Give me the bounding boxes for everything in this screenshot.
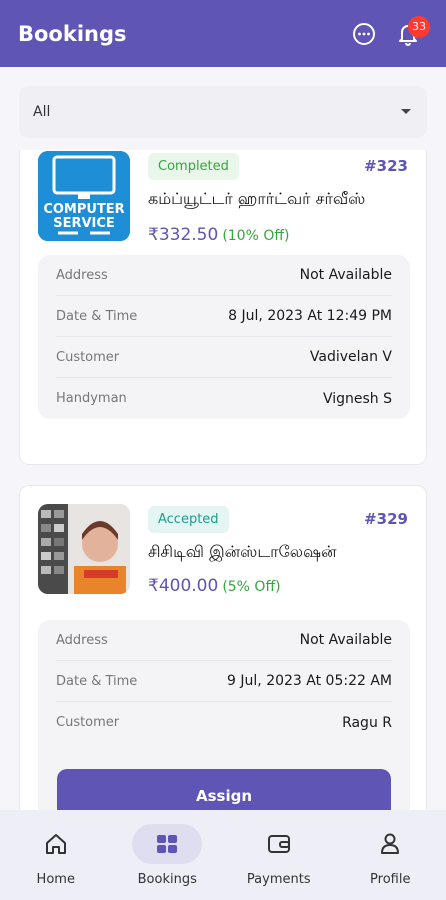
nav-label: Home bbox=[36, 872, 75, 887]
detail-label: Handyman bbox=[56, 391, 127, 406]
thumb-text-line1: COMPUTER bbox=[43, 202, 124, 217]
nav-item-payments[interactable]: Payments bbox=[223, 810, 335, 900]
service-name: சிசிடிவி இன்ஸ்டாலேஷன் bbox=[148, 542, 337, 561]
detail-value: Ragu R bbox=[342, 714, 392, 731]
nav-item-profile[interactable]: Profile bbox=[335, 810, 446, 900]
discount-label: (10% Off) bbox=[222, 228, 290, 244]
status-badge: Accepted bbox=[148, 506, 229, 533]
detail-value: 9 Jul, 2023 At 05:22 AM bbox=[227, 673, 392, 689]
price: ₹400.00 (5% Off) bbox=[148, 576, 281, 596]
app-bar: Bookings 33 bbox=[0, 0, 446, 67]
booking-card[interactable]: COMPUTER SERVICE Completed #323 கம்ப்யூட… bbox=[19, 150, 427, 465]
home-icon bbox=[21, 824, 91, 864]
detail-label: Date & Time bbox=[56, 308, 138, 324]
booking-id: #329 bbox=[364, 510, 408, 528]
service-name: கம்ப்யூட்டர் ஹார்ட்வர் சர்வீஸ் bbox=[148, 189, 366, 208]
service-image: COMPUTER SERVICE bbox=[38, 151, 130, 241]
bookings-list[interactable]: COMPUTER SERVICE Completed #323 கம்ப்யூட… bbox=[0, 150, 446, 810]
dropdown-arrow-icon bbox=[401, 109, 411, 114]
detail-row-handyman: Handyman Vignesh S bbox=[56, 378, 392, 419]
notification-badge: 33 bbox=[408, 15, 430, 38]
detail-label: Customer bbox=[56, 715, 120, 730]
detail-row-customer: Customer Vadivelan V bbox=[56, 337, 392, 378]
wallet-icon bbox=[244, 824, 314, 864]
detail-label: Date & Time bbox=[56, 673, 138, 689]
status-filter-dropdown[interactable]: All bbox=[19, 86, 427, 138]
assign-button[interactable]: Assign bbox=[57, 769, 391, 810]
detail-label: Address bbox=[56, 632, 108, 648]
status-badge: Completed bbox=[148, 153, 239, 180]
service-image bbox=[38, 504, 130, 594]
detail-row-customer: Customer Ragu R bbox=[56, 702, 392, 743]
thumb-text-line2: SERVICE bbox=[53, 216, 115, 231]
bookings-icon bbox=[132, 824, 203, 864]
page-title: Bookings bbox=[18, 21, 127, 46]
nav-label: Profile bbox=[370, 872, 411, 887]
booking-details: Address Not Available Date & Time 8 Jul, 2… bbox=[38, 255, 410, 419]
detail-value: Vignesh S bbox=[322, 390, 392, 407]
detail-value: Not Available bbox=[299, 632, 392, 648]
detail-value: Vadivelan V bbox=[309, 349, 392, 365]
notifications-button[interactable]: 33 bbox=[388, 14, 430, 54]
detail-row-datetime: Date & Time 9 Jul, 2023 At 05:22 AM bbox=[56, 661, 392, 702]
detail-value: 8 Jul, 2023 At 12:49 PM bbox=[228, 308, 392, 324]
price: ₹332.50 (10% Off) bbox=[148, 225, 289, 245]
nav-label: Payments bbox=[246, 872, 311, 887]
booking-id: #323 bbox=[364, 157, 408, 175]
chat-button[interactable] bbox=[344, 14, 384, 54]
price-amount: ₹332.50 bbox=[148, 225, 219, 245]
filter-selected-value: All bbox=[33, 104, 51, 120]
detail-value: Not Available bbox=[299, 267, 392, 283]
profile-icon bbox=[355, 824, 425, 864]
detail-label: Address bbox=[56, 267, 108, 283]
discount-label: (5% Off) bbox=[222, 579, 281, 595]
nav-item-bookings[interactable]: Bookings bbox=[112, 810, 224, 900]
detail-label: Customer bbox=[56, 349, 120, 365]
booking-card[interactable]: Accepted #329 சிசிடிவி இன்ஸ்டாலேஷன் ₹400… bbox=[19, 485, 427, 810]
nav-label: Bookings bbox=[137, 872, 197, 887]
detail-row-address: Address Not Available bbox=[56, 255, 392, 296]
bottom-navigation: Home Bookings Payments Profile bbox=[0, 810, 446, 900]
detail-row-address: Address Not Available bbox=[56, 620, 392, 661]
price-amount: ₹400.00 bbox=[148, 576, 219, 596]
chat-icon bbox=[353, 22, 375, 45]
nav-item-home[interactable]: Home bbox=[0, 810, 112, 900]
detail-row-datetime: Date & Time 8 Jul, 2023 At 12:49 PM bbox=[56, 296, 392, 337]
